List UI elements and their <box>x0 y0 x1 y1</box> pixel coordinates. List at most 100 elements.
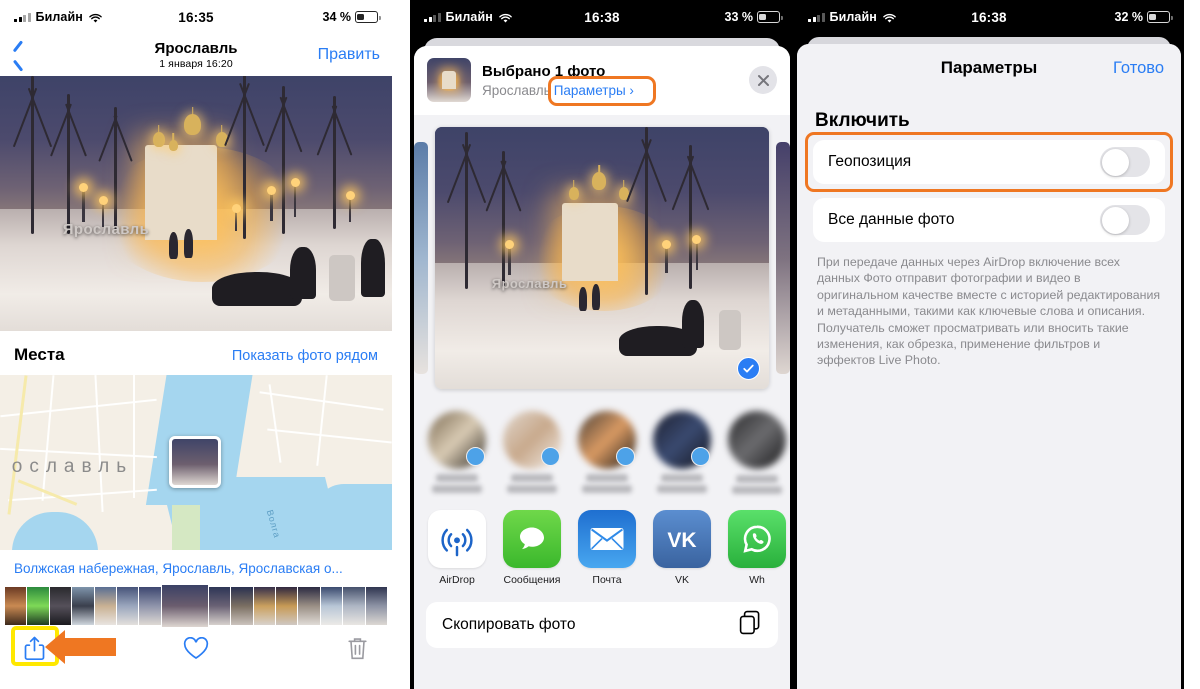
photo-sculpture <box>682 299 705 348</box>
share-icon[interactable] <box>24 636 45 665</box>
row-geolocation[interactable]: Геопозиция <box>805 132 1173 192</box>
options-sheet: Параметры Готово Включить Геопозиция Все… <box>797 44 1181 689</box>
row-all-photo-data[interactable]: Все данные фото <box>813 198 1165 242</box>
battery-icon <box>355 11 381 23</box>
app-item-whatsapp[interactable]: Wh <box>728 510 786 586</box>
photo-viewer[interactable]: Ярославль <box>0 76 392 331</box>
contact-app <box>507 485 557 493</box>
photo-tree <box>501 150 505 287</box>
photo-sculpture <box>360 239 385 298</box>
done-button[interactable]: Готово <box>1113 59 1164 78</box>
phone-options-sheet: Билайн 16:38 32 % Параметры Готово Включ… <box>794 0 1184 689</box>
photo-lamp <box>266 185 277 221</box>
svg-text:VK: VK <box>667 529 696 552</box>
photo-lamp <box>290 178 301 218</box>
map-road <box>133 375 136 498</box>
photo-city-sign: Ярославль <box>491 276 568 292</box>
filmstrip-thumb-current[interactable] <box>161 585 208 627</box>
battery-icon <box>757 11 783 23</box>
chevron-left-icon[interactable] <box>12 44 25 66</box>
filmstrip-thumb[interactable] <box>139 587 161 625</box>
close-icon[interactable] <box>749 66 777 94</box>
map-photo-pin[interactable] <box>168 436 221 489</box>
map-view[interactable]: ославль Волга <box>0 375 392 550</box>
filmstrip-thumb[interactable] <box>117 587 139 625</box>
filmstrip-thumb[interactable] <box>5 587 27 625</box>
photo-person <box>184 229 194 258</box>
photo-tree <box>465 132 469 290</box>
app-label: Почта <box>592 574 622 586</box>
edit-button[interactable]: Править <box>318 46 380 64</box>
filmstrip-thumb[interactable] <box>276 587 298 625</box>
options-button[interactable]: Параметры › <box>554 83 634 98</box>
photo-toolbar <box>0 626 392 675</box>
screenshot-board: Билайн 16:35 34 % Ярославль 1 января 16:… <box>0 0 1200 689</box>
filmstrip-thumb[interactable] <box>94 587 117 625</box>
filmstrip-thumb[interactable] <box>231 587 253 625</box>
map-road <box>266 427 392 444</box>
selection-subtitle: Ярославль <box>482 83 551 98</box>
map-river <box>11 511 98 550</box>
photo-lamp <box>692 234 702 270</box>
map-river <box>313 483 392 550</box>
filmstrip-thumb[interactable] <box>253 587 276 625</box>
app-label: VK <box>674 574 689 586</box>
geolocation-toggle[interactable] <box>1100 147 1150 177</box>
options-description: При передаче данных через AirDrop включе… <box>817 255 1161 368</box>
share-badge-icon <box>541 447 560 466</box>
filmstrip-thumb[interactable] <box>72 587 94 625</box>
battery-icon <box>1147 11 1173 23</box>
photo-person <box>591 284 600 311</box>
options-nav-bar: Параметры Готово <box>797 44 1181 92</box>
contact-app <box>432 485 482 493</box>
contact-item[interactable] <box>578 411 636 494</box>
contact-name <box>736 475 778 483</box>
photo-filmstrip[interactable] <box>0 585 392 627</box>
checkmark-circle-icon[interactable] <box>737 357 760 380</box>
preview-selected-photo[interactable]: Ярославль <box>435 127 769 389</box>
filmstrip-thumb[interactable] <box>208 587 231 625</box>
map-road <box>94 375 104 512</box>
status-bar-1: Билайн 16:35 34 % <box>0 0 392 34</box>
trash-icon[interactable] <box>347 636 368 666</box>
map-park <box>172 504 200 550</box>
contact-item[interactable] <box>428 411 486 494</box>
share-sheet-header: Выбрано 1 фото Ярославль Параметры › <box>414 46 790 115</box>
map-road <box>41 375 55 501</box>
app-item-airdrop[interactable]: AirDrop <box>428 510 486 586</box>
all-photo-data-toggle[interactable] <box>1100 205 1150 235</box>
whatsapp-icon <box>728 510 786 568</box>
app-item-messages[interactable]: Сообщения <box>503 510 561 586</box>
photo-tree <box>66 93 70 235</box>
filmstrip-thumb[interactable] <box>320 587 343 625</box>
filmstrip-thumb[interactable] <box>27 587 49 625</box>
app-item-mail[interactable]: Почта <box>578 510 636 586</box>
contact-item[interactable] <box>728 411 786 494</box>
app-label: Сообщения <box>503 574 561 586</box>
places-section: Места Показать фото рядом <box>0 331 392 365</box>
app-label: Wh <box>749 574 765 586</box>
contact-item[interactable] <box>653 411 711 494</box>
filmstrip-thumb[interactable] <box>365 587 388 625</box>
photo-tree <box>113 106 117 229</box>
status-bar-3: Билайн 16:38 32 % <box>794 0 1184 34</box>
photo-tree <box>282 86 286 235</box>
panel-gap <box>392 0 410 689</box>
heart-icon[interactable] <box>183 636 209 665</box>
filmstrip-thumb[interactable] <box>343 587 365 625</box>
preview-prev-photo[interactable] <box>414 142 428 374</box>
app-item-vk[interactable]: VK VK <box>653 510 711 586</box>
preview-next-photo[interactable] <box>776 142 790 374</box>
contact-item[interactable] <box>503 411 561 494</box>
show-nearby-photos-link[interactable]: Показать фото рядом <box>232 348 378 364</box>
photo-dome <box>184 114 202 136</box>
copy-photo-action[interactable]: Скопировать фото <box>426 602 778 648</box>
app-label: AirDrop <box>439 574 475 586</box>
filmstrip-thumb[interactable] <box>298 587 320 625</box>
photo-address-link[interactable]: Волжская набережная, Ярославль, Ярославс… <box>0 550 392 585</box>
photo-sculpture <box>718 310 741 351</box>
filmstrip-thumb[interactable] <box>49 587 72 625</box>
status-time: 16:38 <box>584 9 620 25</box>
status-time: 16:38 <box>971 9 1007 25</box>
share-button-wrapper[interactable] <box>11 626 116 666</box>
